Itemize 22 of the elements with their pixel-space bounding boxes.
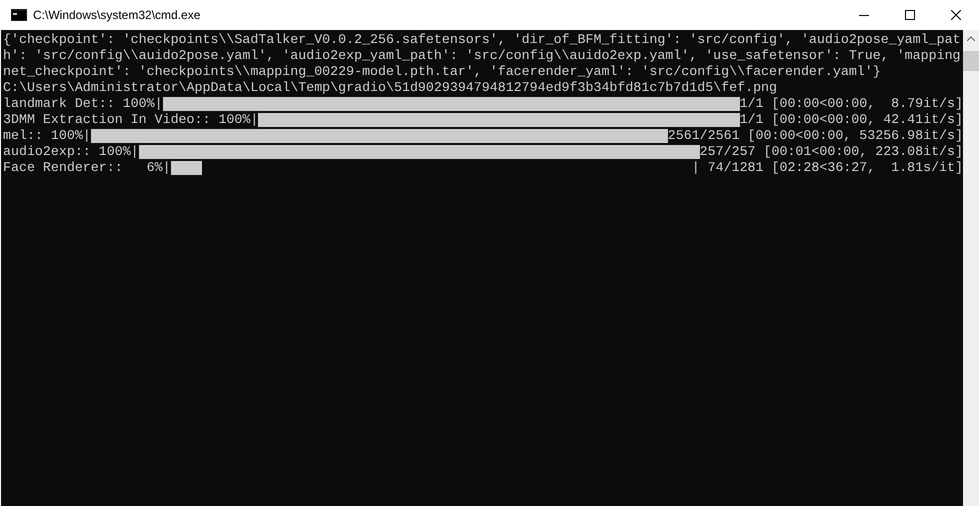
scroll-up-icon[interactable] — [967, 36, 975, 41]
progress-stats: 257/257 [00:01<00:00, 223.08it/s] — [700, 144, 963, 160]
scrollbar[interactable] — [963, 30, 979, 506]
progress-label: mel:: 100%| — [3, 128, 91, 144]
minimize-icon — [859, 14, 869, 16]
progress-label: 3DMM Extraction In Video:: 100%| — [3, 112, 258, 128]
console-line: C:\Users\Administrator\AppData\Local\Temp\gradio\51d9029394794812794ed9f3b34bfd81c7b7d1d5\fef.png — [3, 80, 778, 96]
progress-stats: 2561/2561 [00:00<00:00, 53256.98it/s] — [668, 128, 963, 144]
progress-label: audio2exp:: 100%| — [3, 144, 139, 160]
terminal-icon — [11, 9, 27, 21]
maximize-icon — [905, 10, 915, 20]
close-icon — [951, 10, 961, 20]
progress-label: Face Renderer:: 6%| — [3, 160, 171, 176]
window-title: C:\Windows\system32\cmd.exe — [33, 7, 200, 24]
console-line: net_checkpoint': 'checkpoints\\mapping_00229-model.pth.tar', 'facerender_yaml': 'src/config\\facerender.yaml'} — [3, 64, 882, 80]
progress-stats: 1/1 [00:00<00:00, 8.79it/s] — [740, 96, 963, 112]
progress-label: landmark Det:: 100%| — [3, 96, 163, 112]
console-line: h': 'src/config\\auido2pose.yaml', 'audio2exp_yaml_path': 'src/config\\auido2exp.yaml', 'use_safetensor': True, 'mapping — [3, 48, 962, 64]
progress-stats: 1/1 [00:00<00:00, 42.41it/s] — [740, 112, 963, 128]
progress-stats: | 74/1281 [02:28<36:27, 1.81s/it] — [692, 160, 963, 176]
scroll-thumb[interactable] — [963, 51, 979, 71]
console-line: {'checkpoint': 'checkpoints\\SadTalker_V0.0.2_256.safetensors', 'dir_of_BFM_fitting': 'src/config', 'audio2pose_yaml_pat — [3, 32, 962, 48]
